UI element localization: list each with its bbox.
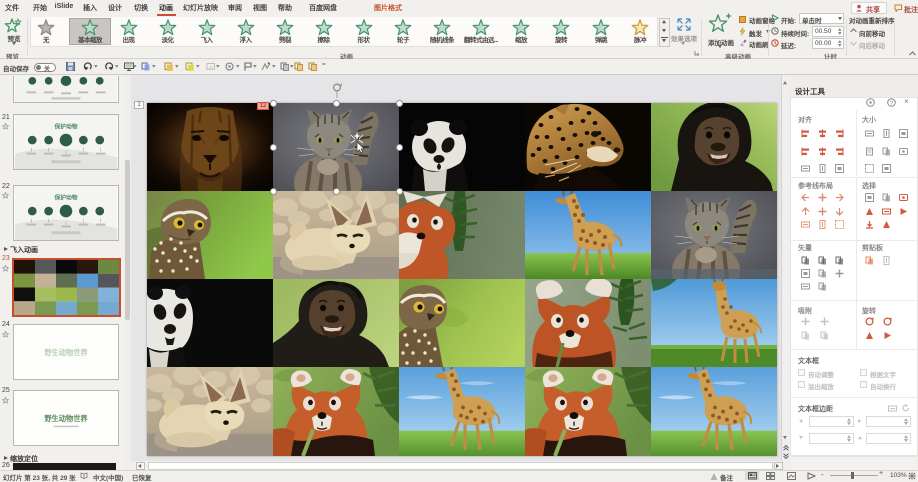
svg-text:野生动物世界: 野生动物世界 xyxy=(44,348,88,357)
svg-text:野生动物世界: 野生动物世界 xyxy=(44,414,88,423)
svg-text:保护动物: 保护动物 xyxy=(53,194,77,202)
svg-text:保护动物: 保护动物 xyxy=(53,123,77,131)
